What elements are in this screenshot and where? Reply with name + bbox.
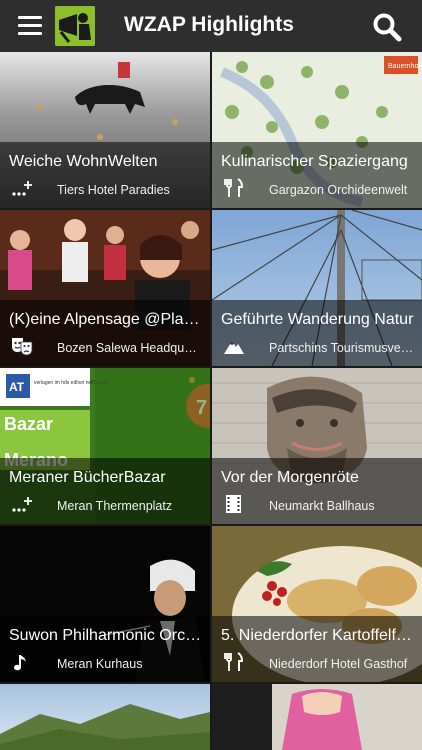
poster-brand: Bauernhof (388, 63, 420, 70)
event-grid: Weiche WohnWelten Tiers Hotel Paradies B… (0, 52, 422, 750)
event-title: Kulinarischer Spaziergang (221, 153, 408, 170)
event-title: Geführte Wanderung Natur (221, 311, 414, 328)
hamburger-menu-icon[interactable] (14, 14, 46, 38)
card-overlay (212, 616, 422, 682)
event-card[interactable]: Suwon Philharmonic Orchestra Meran Kurha… (0, 526, 210, 682)
event-image (0, 684, 210, 750)
card-overlay (0, 142, 210, 208)
card-overlay (212, 458, 422, 524)
event-card[interactable]: (K)eine Alpensage @Planet Bozen Salewa H… (0, 210, 210, 366)
card-overlay (212, 142, 422, 208)
event-card[interactable]: AT verlagen im hds editori nell'unione B… (0, 368, 210, 524)
app-title: WZAP Highlights (124, 13, 294, 36)
more-plus-icon (11, 494, 33, 514)
event-card[interactable]: Bauernhof Kulinarischer Spaziergang Garg… (212, 52, 422, 208)
event-title: Weiche WohnWelten (9, 153, 158, 170)
event-title: (K)eine Alpensage @Planet (9, 311, 203, 328)
search-icon[interactable] (372, 12, 404, 42)
event-title: 5. Niederdorfer Kartoffelfest (221, 627, 415, 644)
poster-word: Bazar (4, 414, 53, 434)
event-card[interactable]: Vor der Morgenröte Neumarkt Ballhaus (212, 368, 422, 524)
card-overlay (212, 300, 422, 366)
film-icon (223, 494, 245, 514)
event-image (212, 684, 422, 750)
event-card[interactable] (212, 684, 422, 750)
event-card[interactable]: Weiche WohnWelten Tiers Hotel Paradies (0, 52, 210, 208)
event-venue: Neumarkt Ballhaus (269, 499, 375, 513)
event-venue: Meran Thermenplatz (57, 499, 173, 513)
event-venue: Bozen Salewa Headquarters (57, 341, 203, 355)
event-card[interactable] (0, 684, 210, 750)
more-plus-icon (11, 178, 33, 198)
event-card[interactable]: 5. Niederdorfer Kartoffelfest Niederdorf… (212, 526, 422, 682)
event-venue: Partschins Tourismusverein (269, 341, 415, 355)
theater-masks-icon (11, 336, 33, 356)
wzap-logo-icon (55, 6, 95, 46)
event-venue: Niederdorf Hotel Gasthof (269, 657, 408, 671)
music-note-icon (11, 652, 33, 672)
app-bar: WZAP Highlights (0, 0, 422, 52)
mountain-icon (223, 336, 245, 356)
cutlery-icon (223, 652, 245, 672)
card-overlay (0, 616, 210, 682)
event-venue: Gargazon Orchideenwelt (269, 183, 408, 197)
cutlery-icon (223, 178, 245, 198)
event-title: Meraner BücherBazar (9, 469, 166, 486)
event-card[interactable]: Geführte Wanderung Natur Partschins Tour… (212, 210, 422, 366)
card-overlay (0, 458, 210, 524)
event-venue: Meran Kurhaus (57, 657, 143, 671)
event-title: Suwon Philharmonic Orchestra (9, 627, 203, 644)
card-overlay (0, 300, 210, 366)
event-title: Vor der Morgenröte (221, 469, 359, 486)
poster-logo: AT (9, 380, 25, 394)
event-venue: Tiers Hotel Paradies (57, 183, 170, 197)
